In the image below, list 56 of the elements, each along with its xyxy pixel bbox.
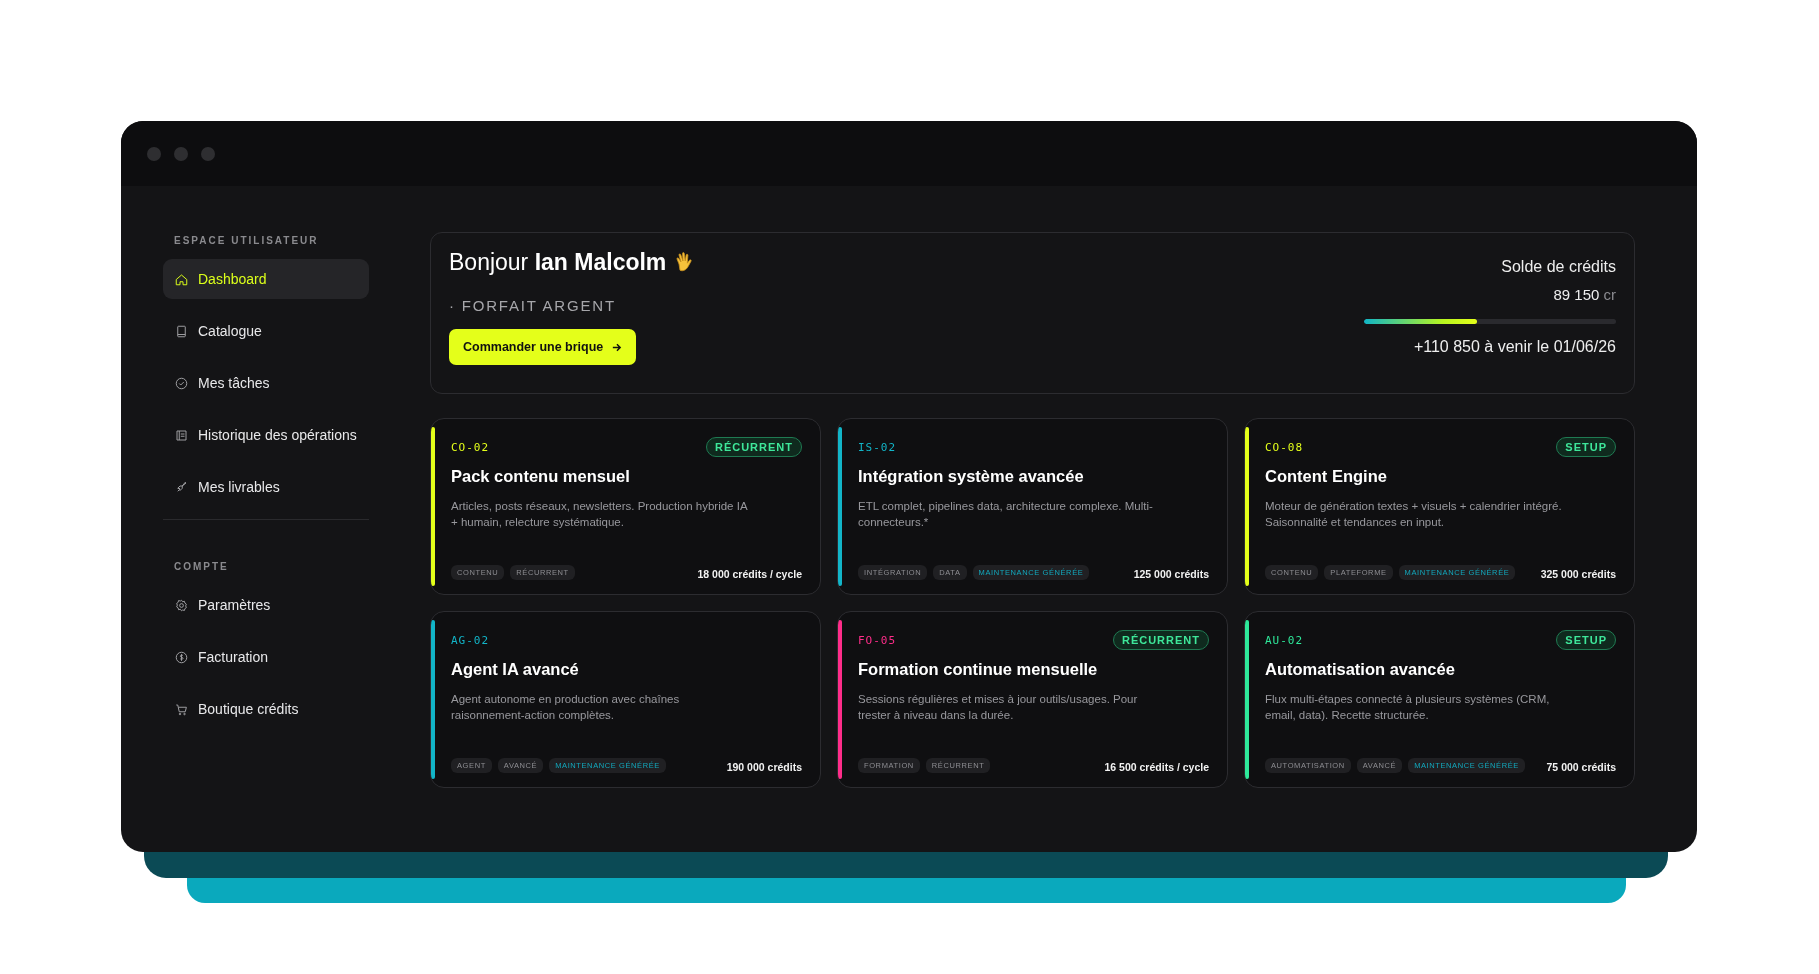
product-code: FO-05 (858, 633, 897, 647)
price-label: 190 000 crédits (726, 761, 802, 773)
status-badge: RÉCURRENT (705, 437, 802, 457)
window-control[interactable] (174, 146, 188, 161)
check-circle-icon (174, 375, 189, 391)
nav-item[interactable]: Mes tâches (163, 363, 369, 403)
card-title: Pack contenu mensuel (451, 467, 631, 486)
card-description: Moteur de génération textes + visuels + calendrier intégré. Saisonnalité et tendances en input. (1265, 499, 1563, 530)
product-code: CO-08 (1265, 440, 1304, 454)
status-badge: SETUP (1556, 630, 1616, 650)
card-description: ETL complet, pipelines data, architecture complexe. Multi-connecteurs.* (858, 499, 1154, 530)
section-heading: ESPACE UTILISATEUR (174, 235, 319, 246)
status-badge: SETUP (1556, 437, 1616, 457)
price-label: 325 000 crédits (1540, 568, 1616, 580)
card-title: Content Engine (1265, 467, 1388, 486)
product-code: AG-02 (451, 633, 490, 647)
price-label: 16 500 crédits / cycle (1104, 761, 1209, 773)
upcoming-credits: +110 850 à venir le 01/06/26 (1413, 338, 1616, 356)
price-label: 18 000 crédits / cycle (697, 568, 802, 580)
card-title: Automatisation avancée (1265, 660, 1456, 679)
gear-icon (174, 597, 189, 613)
cart-icon (174, 701, 189, 717)
balance-label: Solde de crédits (1501, 258, 1616, 276)
card-description: Articles, posts réseaux, newsletters. Production hybride IA + humain, relecture systématique. (451, 499, 749, 530)
plan-label: · FORFAIT ARGENT (449, 297, 616, 314)
window-control[interactable] (147, 146, 161, 161)
section-heading: COMPTE (174, 561, 229, 572)
price-label: 125 000 crédits (1133, 568, 1209, 580)
greeting-heading: Bonjour Ian Malcolm (449, 249, 667, 276)
window-control[interactable] (201, 146, 215, 161)
card-title: Intégration système avancée (858, 467, 1085, 486)
nav-item[interactable]: Catalogue (163, 311, 369, 351)
unit-label: cr (1603, 286, 1616, 303)
book-icon (174, 323, 189, 339)
nav-item[interactable]: Paramètres (163, 585, 369, 625)
nav-item[interactable]: Dashboard (163, 259, 369, 299)
card-description: Sessions régulières et mises à jour outils/usages. Pour trester à niveau dans la durée. (858, 692, 1139, 723)
dollar-circle-icon (174, 649, 189, 665)
balance-value: 89 150 (1553, 286, 1600, 303)
product-code: IS-02 (858, 440, 897, 454)
nav-item[interactable]: Boutique crédits (163, 689, 369, 729)
nav-item[interactable]: Facturation (163, 637, 369, 677)
product-code: CO-02 (451, 440, 490, 454)
list-icon (174, 427, 189, 443)
order-button[interactable]: Commander une brique (449, 329, 637, 365)
card-title: Agent IA avancé (451, 660, 580, 679)
price-label: 75 000 crédits (1546, 761, 1616, 773)
nav-item[interactable]: Historique des opérations (163, 415, 369, 455)
status-badge: RÉCURRENT (1112, 630, 1209, 650)
product-code: AU-02 (1265, 633, 1304, 647)
home-icon (174, 271, 189, 287)
arrow-right-icon (611, 341, 623, 353)
card-title: Formation continue mensuelle (858, 660, 1099, 679)
nav-item[interactable]: Mes livrables (163, 467, 369, 507)
card-description: Flux multi-étapes connecté à plusieurs systèmes (CRM, email, data). Recette structurée. (1265, 692, 1551, 723)
card-description: Agent autonome en production avec chaînes raisonnement-action complètes. (451, 692, 681, 723)
